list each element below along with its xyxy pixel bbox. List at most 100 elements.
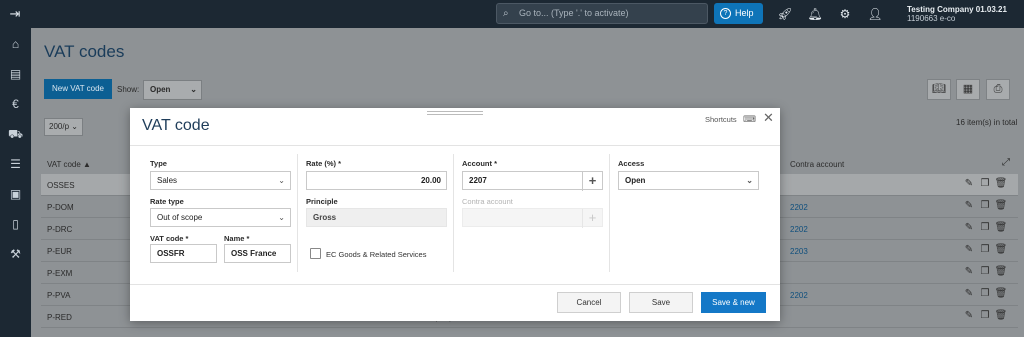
shortcuts-link[interactable]: Shortcuts xyxy=(705,115,737,124)
plus-icon[interactable]: + xyxy=(582,172,602,191)
access-label: Access xyxy=(618,159,645,168)
vat-code-cell: P-EXM xyxy=(47,269,73,278)
save-new-button[interactable]: Save & new xyxy=(701,292,766,313)
row-actions: ✎ ❐ 🗑︎ xyxy=(960,222,1010,236)
column-header-contra-account[interactable]: Contra account xyxy=(790,160,844,169)
row-actions: ✎ ❐ 🗑︎ xyxy=(960,310,1010,324)
company-switcher[interactable]: Testing Company 01.03.21 1190663 e-co xyxy=(907,5,1007,23)
type-select[interactable]: Sales ⌄ xyxy=(150,171,291,190)
bell-icon[interactable]: 🔔︎ xyxy=(807,5,823,23)
keyboard-icon[interactable]: ⌨ xyxy=(743,114,756,125)
chevron-down-icon: ⌄ xyxy=(71,122,78,131)
new-vat-code-button[interactable]: New VAT code xyxy=(44,79,112,99)
show-select[interactable]: Open ⌄ xyxy=(143,80,202,100)
drag-handle[interactable] xyxy=(427,111,483,115)
trash-icon[interactable]: 🗑︎ xyxy=(994,266,1008,277)
cancel-button[interactable]: Cancel xyxy=(557,292,621,313)
divider xyxy=(609,154,610,272)
ec-goods-checkbox[interactable] xyxy=(310,248,321,259)
copy-icon[interactable]: ❐ xyxy=(978,222,992,233)
left-nav: ⌂ ▤ € ⛟ ☰ ▣ ▯ ⚒ xyxy=(0,28,31,337)
company-sub: 1190663 e-co xyxy=(907,14,956,23)
account-input[interactable]: 2207 + xyxy=(462,171,603,191)
tools-icon[interactable]: ⚒ xyxy=(6,245,25,263)
contra-account-cell[interactable]: 2203 xyxy=(790,247,808,256)
type-value: Sales xyxy=(157,176,178,185)
user-icon[interactable]: 👤︎ xyxy=(867,5,883,23)
euro-icon[interactable]: € xyxy=(6,95,25,113)
rate-input[interactable]: 20.00 xyxy=(306,171,447,190)
row-actions: ✎ ❐ 🗑︎ xyxy=(960,200,1010,214)
vat-code-cell: P-EUR xyxy=(47,247,72,256)
vat-code-dialog: VAT code Shortcuts ⌨ ✕ Type Sales ⌄ Rate… xyxy=(130,108,780,321)
search-icon: ⌕ xyxy=(503,8,509,19)
vat-code-label: VAT code * xyxy=(150,234,189,243)
contra-account-input: + xyxy=(462,208,603,228)
page-title: VAT codes xyxy=(44,42,125,61)
access-select[interactable]: Open ⌄ xyxy=(618,171,759,190)
dialog-title: VAT code xyxy=(142,117,210,134)
column-header-vat-code[interactable]: VAT code ▲ xyxy=(47,160,91,169)
copy-icon[interactable]: ❐ xyxy=(978,178,992,189)
search-input[interactable]: ⌕ Go to... (Type '.' to activate) xyxy=(496,3,708,24)
trash-icon[interactable]: 🗑︎ xyxy=(994,222,1008,233)
chevron-down-icon: ⌄ xyxy=(278,176,285,185)
contra-account-cell[interactable]: 2202 xyxy=(790,291,808,300)
ec-goods-label[interactable]: EC Goods & Related Services xyxy=(326,250,426,259)
trash-icon[interactable]: 🗑︎ xyxy=(994,310,1008,321)
items-total: 16 item(s) in total xyxy=(956,118,1018,127)
book-icon[interactable]: 📖︎ xyxy=(927,79,951,100)
edit-icon[interactable]: ✎ xyxy=(962,244,976,255)
archive-icon[interactable]: ▤ xyxy=(6,65,25,83)
vat-code-input[interactable]: OSSFR xyxy=(150,244,217,263)
edit-icon[interactable]: ✎ xyxy=(962,200,976,211)
contra-account-label: Contra account xyxy=(462,197,513,206)
vat-code-cell: P-RED xyxy=(47,313,72,322)
payment-icon[interactable]: ▣ xyxy=(6,185,25,203)
save-button[interactable]: Save xyxy=(629,292,693,313)
copy-icon[interactable]: ❐ xyxy=(978,288,992,299)
edit-icon[interactable]: ✎ xyxy=(962,178,976,189)
account-label: Account * xyxy=(462,159,498,168)
per-page-value: 200/p xyxy=(49,122,70,131)
trash-icon[interactable]: 🗑︎ xyxy=(994,244,1008,255)
rate-type-label: Rate type xyxy=(150,197,184,206)
vat-code-cell: P-DRC xyxy=(47,225,73,234)
document-icon[interactable]: ▯ xyxy=(6,215,25,233)
trash-icon[interactable]: 🗑︎ xyxy=(994,288,1008,299)
company-name: Testing Company 01.03.21 xyxy=(907,5,1007,14)
account-value: 2207 xyxy=(469,176,487,185)
chevron-down-icon: ⌄ xyxy=(746,176,753,185)
trash-icon[interactable]: 🗑︎ xyxy=(994,200,1008,211)
per-page-select[interactable]: 200/p ⌄ xyxy=(44,118,83,136)
contra-account-cell[interactable]: 2202 xyxy=(790,225,808,234)
row-actions: ✎ ❐ 🗑︎ xyxy=(960,178,1010,192)
copy-icon[interactable]: ❐ xyxy=(978,266,992,277)
grid-icon[interactable]: ▦ xyxy=(956,79,980,100)
edit-icon[interactable]: ✎ xyxy=(962,266,976,277)
ledger-icon[interactable]: ☰ xyxy=(6,155,25,173)
vat-code-cell: P-DOM xyxy=(47,203,74,212)
home-icon[interactable]: ⌂ xyxy=(6,35,25,53)
trash-icon[interactable]: 🗑︎ xyxy=(994,178,1008,189)
rocket-icon[interactable]: 🚀︎ xyxy=(777,5,793,23)
divider xyxy=(130,284,780,285)
edit-icon[interactable]: ✎ xyxy=(962,310,976,321)
expand-icon[interactable]: ⤢ xyxy=(1002,157,1010,168)
edit-icon[interactable]: ✎ xyxy=(962,222,976,233)
close-icon[interactable]: ✕ xyxy=(763,110,774,126)
row-actions: ✎ ❐ 🗑︎ xyxy=(960,266,1010,280)
type-label: Type xyxy=(150,159,167,168)
help-button[interactable]: ? Help xyxy=(714,3,763,24)
contra-account-cell[interactable]: 2202 xyxy=(790,203,808,212)
rate-type-select[interactable]: Out of scope ⌄ xyxy=(150,208,291,227)
copy-icon[interactable]: ❐ xyxy=(978,200,992,211)
copy-icon[interactable]: ❐ xyxy=(978,310,992,321)
truck-icon[interactable]: ⛟ xyxy=(6,125,25,143)
print-icon[interactable]: ⎙ xyxy=(986,79,1010,100)
copy-icon[interactable]: ❐ xyxy=(978,244,992,255)
gear-icon[interactable]: ⚙ xyxy=(837,5,853,23)
edit-icon[interactable]: ✎ xyxy=(962,288,976,299)
name-input[interactable]: OSS France xyxy=(224,244,291,263)
collapse-icon[interactable]: ⇥ xyxy=(6,6,24,22)
